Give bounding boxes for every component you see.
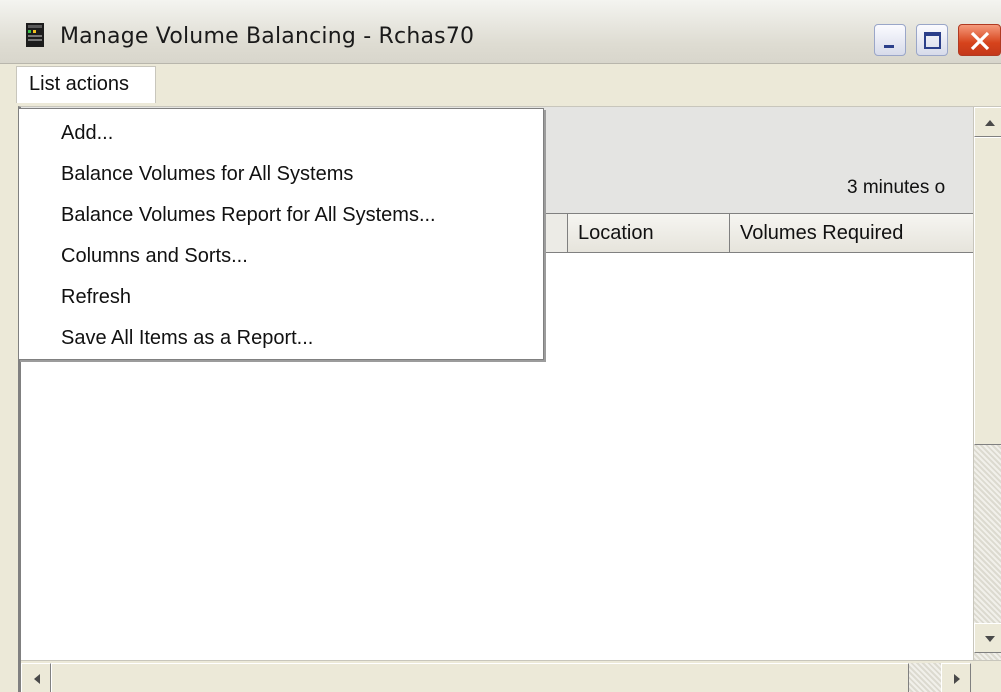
refresh-status: 3 minutes o	[847, 177, 946, 198]
arrow-up-icon	[985, 120, 995, 126]
menu-item-balance-volumes[interactable]: Balance Volumes for All Systems	[19, 154, 543, 194]
scroll-left-button[interactable]	[21, 663, 51, 692]
close-button[interactable]	[958, 24, 1001, 56]
column-header-location[interactable]: Location	[567, 214, 729, 252]
close-icon	[970, 31, 990, 51]
list-actions-dropdown: Add... Balance Volumes for All Systems B…	[18, 108, 544, 360]
menu-item-save-report[interactable]: Save All Items as a Report...	[19, 318, 543, 358]
scroll-right-button[interactable]	[941, 663, 971, 692]
menu-item-refresh[interactable]: Refresh	[19, 277, 543, 317]
minimize-icon	[884, 45, 894, 48]
arrow-left-icon	[34, 674, 40, 684]
vertical-scroll-thumb[interactable]	[974, 137, 1001, 445]
arrow-down-icon	[985, 636, 995, 642]
horizontal-scroll-thumb[interactable]	[51, 663, 909, 692]
title-bar[interactable]: Manage Volume Balancing - Rchas70	[0, 0, 1001, 64]
menu-item-balance-volumes-report[interactable]: Balance Volumes Report for All Systems..…	[19, 195, 543, 235]
vertical-scrollbar[interactable]	[973, 107, 1001, 663]
maximize-button[interactable]	[916, 24, 948, 56]
menu-item-columns-and-sorts[interactable]: Columns and Sorts...	[19, 236, 543, 276]
system-server-icon[interactable]	[24, 22, 46, 48]
scroll-up-button[interactable]	[974, 107, 1001, 137]
minimize-button[interactable]	[874, 24, 906, 56]
menu-item-add[interactable]: Add...	[19, 113, 543, 153]
list-actions-menu[interactable]: List actions	[16, 66, 156, 103]
maximize-icon	[924, 32, 941, 49]
column-header-volumes-required[interactable]: Volumes Required	[729, 214, 973, 252]
window-title: Manage Volume Balancing - Rchas70	[60, 24, 475, 49]
horizontal-scrollbar[interactable]	[21, 660, 1001, 692]
scroll-down-button[interactable]	[974, 623, 1001, 653]
horizontal-scroll-track[interactable]	[909, 663, 941, 692]
arrow-right-icon	[954, 674, 960, 684]
menu-bar: List actions	[0, 66, 1001, 106]
